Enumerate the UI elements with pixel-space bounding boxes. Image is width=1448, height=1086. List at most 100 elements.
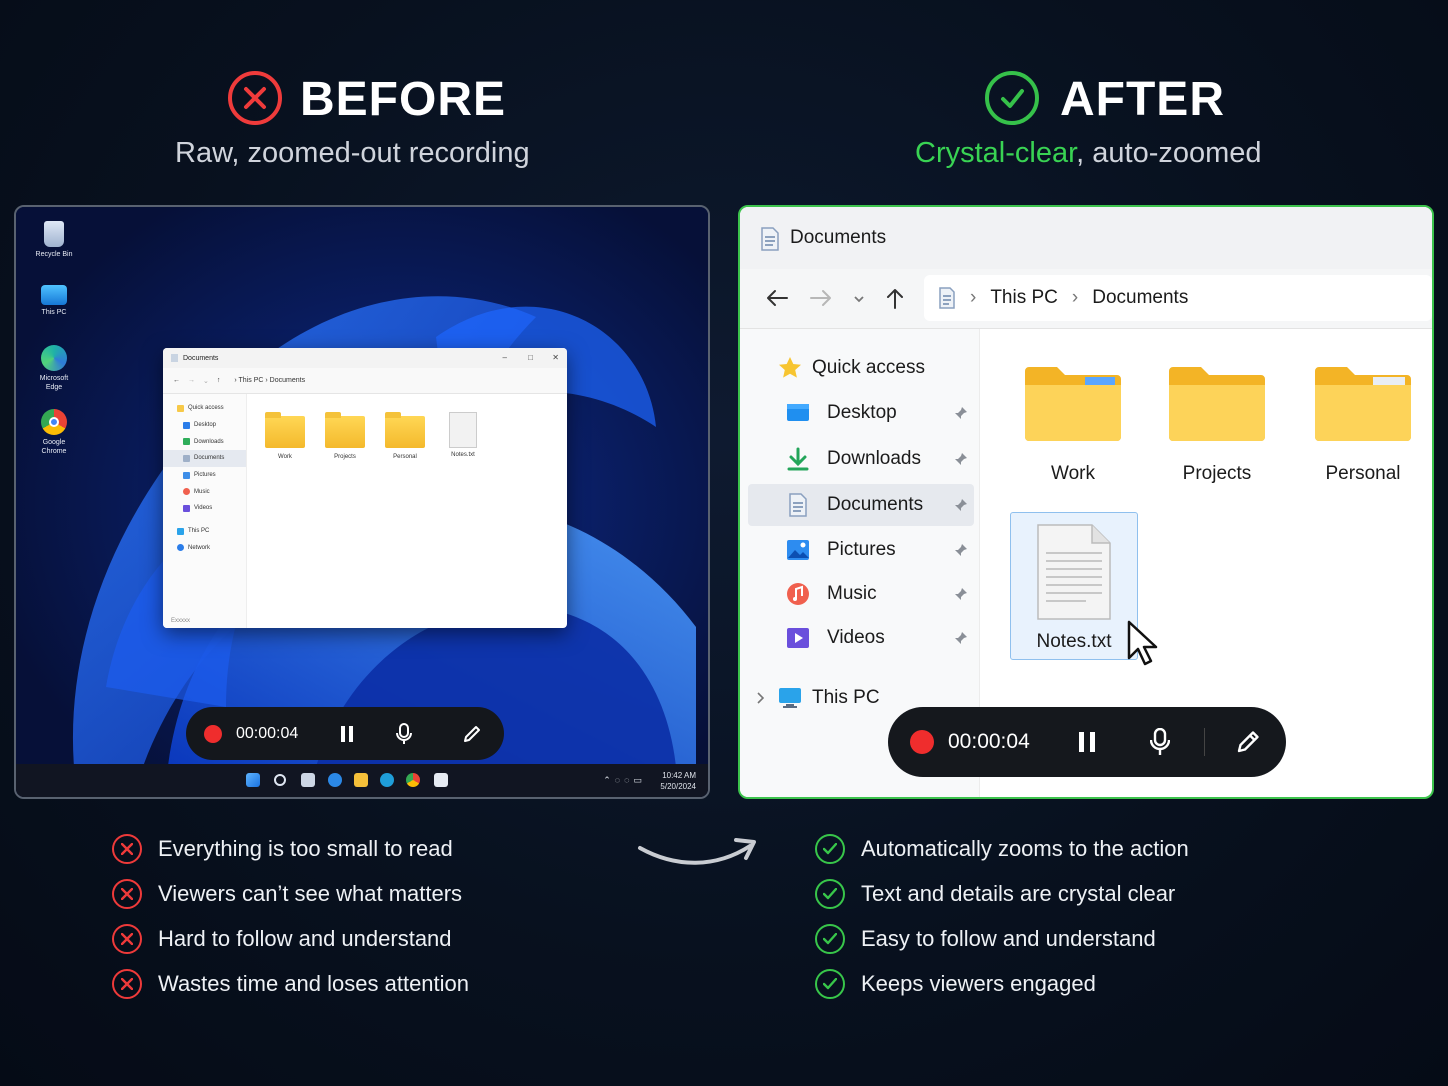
microphone-icon[interactable] bbox=[1149, 728, 1170, 756]
mini-folder-item[interactable]: Work bbox=[261, 412, 309, 460]
folder-icon bbox=[1315, 367, 1411, 441]
check-circle-icon bbox=[815, 878, 845, 909]
file-explorer-icon[interactable] bbox=[354, 773, 368, 787]
pin-icon[interactable] bbox=[954, 452, 968, 466]
back-arrow-icon[interactable] bbox=[766, 289, 788, 307]
mini-address-bar: ← → ⌄ ↑ › This PC › Documents bbox=[163, 368, 567, 394]
list-item: Automatically zooms to the action bbox=[815, 826, 1189, 871]
pin-icon[interactable] bbox=[954, 498, 968, 512]
system-tray-icons[interactable]: ⌃◌◌▭ bbox=[603, 775, 646, 786]
pause-icon[interactable] bbox=[340, 725, 354, 743]
mini-sidebar-item[interactable]: Music bbox=[163, 483, 246, 500]
mini-sidebar-item[interactable]: Pictures bbox=[163, 467, 246, 484]
maximize-icon[interactable]: □ bbox=[528, 353, 533, 362]
pencil-icon[interactable] bbox=[462, 724, 482, 744]
after-subtitle-highlight: Crystal-clear bbox=[915, 137, 1077, 169]
recorder-toolbar[interactable]: 00:00:04 bbox=[888, 707, 1286, 777]
check-circle-icon bbox=[985, 71, 1039, 125]
chevron-down-icon[interactable] bbox=[854, 295, 864, 303]
download-icon bbox=[787, 447, 809, 471]
check-circle-icon bbox=[815, 833, 845, 864]
desktop-icon bbox=[787, 404, 809, 421]
file-item-notes-selected[interactable]: Notes.txt bbox=[1010, 512, 1138, 660]
breadcrumb-documents[interactable]: Documents bbox=[1092, 287, 1188, 309]
sidebar-item-desktop[interactable]: Desktop bbox=[748, 392, 974, 434]
pause-icon[interactable] bbox=[1078, 731, 1096, 753]
after-title: AFTER bbox=[1060, 73, 1225, 126]
desktop-icon-recycle-bin[interactable]: Recycle Bin bbox=[26, 221, 82, 259]
pin-icon[interactable] bbox=[954, 631, 968, 645]
mini-sidebar-item[interactable]: Desktop bbox=[163, 417, 246, 434]
list-item: Keeps viewers engaged bbox=[815, 961, 1189, 1006]
up-arrow-icon[interactable] bbox=[886, 287, 904, 309]
mini-sidebar-item[interactable]: Network bbox=[163, 540, 246, 557]
mini-status-bar: Exxxxx bbox=[171, 618, 191, 624]
sidebar-item-documents[interactable]: Documents bbox=[748, 484, 974, 526]
up-arrow-icon[interactable]: ↑ bbox=[217, 377, 221, 384]
list-item: Text and details are crystal clear bbox=[815, 871, 1189, 916]
folder-icon bbox=[325, 412, 365, 448]
folder-item-projects[interactable]: Projects bbox=[1152, 363, 1282, 485]
sidebar-item-music[interactable]: Music bbox=[748, 573, 974, 615]
folder-item-personal[interactable]: Personal bbox=[1298, 363, 1428, 485]
store-icon[interactable] bbox=[434, 773, 448, 787]
record-dot-icon[interactable] bbox=[910, 730, 934, 754]
folder-item-work[interactable]: Work bbox=[1008, 363, 1138, 485]
minimize-icon[interactable]: – bbox=[503, 353, 507, 362]
edge-taskbar-icon[interactable] bbox=[328, 773, 342, 787]
task-view-icon[interactable] bbox=[301, 773, 315, 787]
folder-icon bbox=[1025, 367, 1121, 441]
desktop-icon-this-pc[interactable]: This PC bbox=[26, 285, 82, 317]
pin-icon[interactable] bbox=[954, 406, 968, 420]
list-item: Viewers can’t see what matters bbox=[112, 871, 469, 916]
mini-folder-item[interactable]: Projects bbox=[321, 412, 369, 460]
chevron-down-icon[interactable]: ⌄ bbox=[203, 377, 209, 385]
mini-file-explorer-window[interactable]: Documents – □ ✕ ← → ⌄ ↑ › This PC › Docu… bbox=[163, 348, 567, 628]
chrome-taskbar-icon[interactable] bbox=[406, 773, 420, 787]
recycle-bin-icon bbox=[44, 221, 64, 247]
sidebar-item-pictures[interactable]: Pictures bbox=[748, 529, 974, 571]
text-file-icon bbox=[1037, 524, 1111, 620]
pin-icon[interactable] bbox=[954, 587, 968, 601]
mini-sidebar-item[interactable]: Documents bbox=[163, 450, 246, 467]
browser-icon[interactable] bbox=[380, 773, 394, 787]
desktop-icon-edge[interactable]: Microsoft Edge bbox=[26, 345, 82, 392]
microphone-icon[interactable] bbox=[396, 722, 413, 745]
back-arrow-icon[interactable]: ← bbox=[173, 377, 180, 384]
list-item: Everything is too small to read bbox=[112, 826, 469, 871]
mini-file-item[interactable]: Notes.txt bbox=[439, 412, 487, 458]
before-subtitle: Raw, zoomed-out recording bbox=[175, 137, 530, 169]
taskbar-clock[interactable]: 10:42 AM 5/20/2024 bbox=[660, 770, 696, 792]
edge-icon bbox=[41, 345, 67, 371]
sidebar-item-quick-access[interactable]: Quick access bbox=[748, 347, 974, 389]
pin-icon[interactable] bbox=[954, 543, 968, 557]
mini-folder-item[interactable]: Personal bbox=[381, 412, 429, 460]
windows-taskbar: ⌃◌◌▭ 10:42 AM 5/20/2024 bbox=[16, 764, 708, 797]
recording-timer: 00:00:04 bbox=[236, 724, 299, 742]
mouse-cursor-icon bbox=[1127, 620, 1158, 666]
start-icon[interactable] bbox=[246, 773, 260, 787]
mini-sidebar-item[interactable]: Quick access bbox=[163, 400, 246, 417]
mini-sidebar-item[interactable]: Videos bbox=[163, 500, 246, 517]
mini-sidebar-item[interactable]: Downloads bbox=[163, 433, 246, 450]
sidebar-item-downloads[interactable]: Downloads bbox=[748, 438, 974, 480]
forward-arrow-icon[interactable]: → bbox=[188, 377, 195, 384]
sidebar-item-videos[interactable]: Videos bbox=[748, 617, 974, 659]
search-icon[interactable] bbox=[274, 774, 286, 786]
mini-breadcrumb[interactable]: › This PC › Documents bbox=[234, 377, 305, 384]
document-icon bbox=[939, 287, 955, 309]
document-icon bbox=[789, 493, 807, 517]
breadcrumb-this-pc[interactable]: This PC bbox=[990, 287, 1058, 309]
record-dot-icon[interactable] bbox=[204, 724, 222, 743]
forward-arrow-icon[interactable] bbox=[810, 289, 832, 307]
monitor-icon bbox=[41, 285, 67, 305]
mini-sidebar-item[interactable]: This PC bbox=[163, 523, 246, 540]
breadcrumb[interactable]: › This PC › Documents bbox=[924, 275, 1432, 321]
pencil-icon[interactable] bbox=[1235, 729, 1261, 755]
before-title: BEFORE bbox=[300, 73, 507, 126]
recorder-toolbar-small[interactable]: 00:00:04 bbox=[186, 707, 504, 760]
desktop-icon-chrome[interactable]: Google Chrome bbox=[26, 409, 82, 456]
check-circle-icon bbox=[815, 968, 845, 999]
close-icon[interactable]: ✕ bbox=[552, 353, 559, 362]
chevron-right-icon[interactable] bbox=[756, 692, 764, 704]
